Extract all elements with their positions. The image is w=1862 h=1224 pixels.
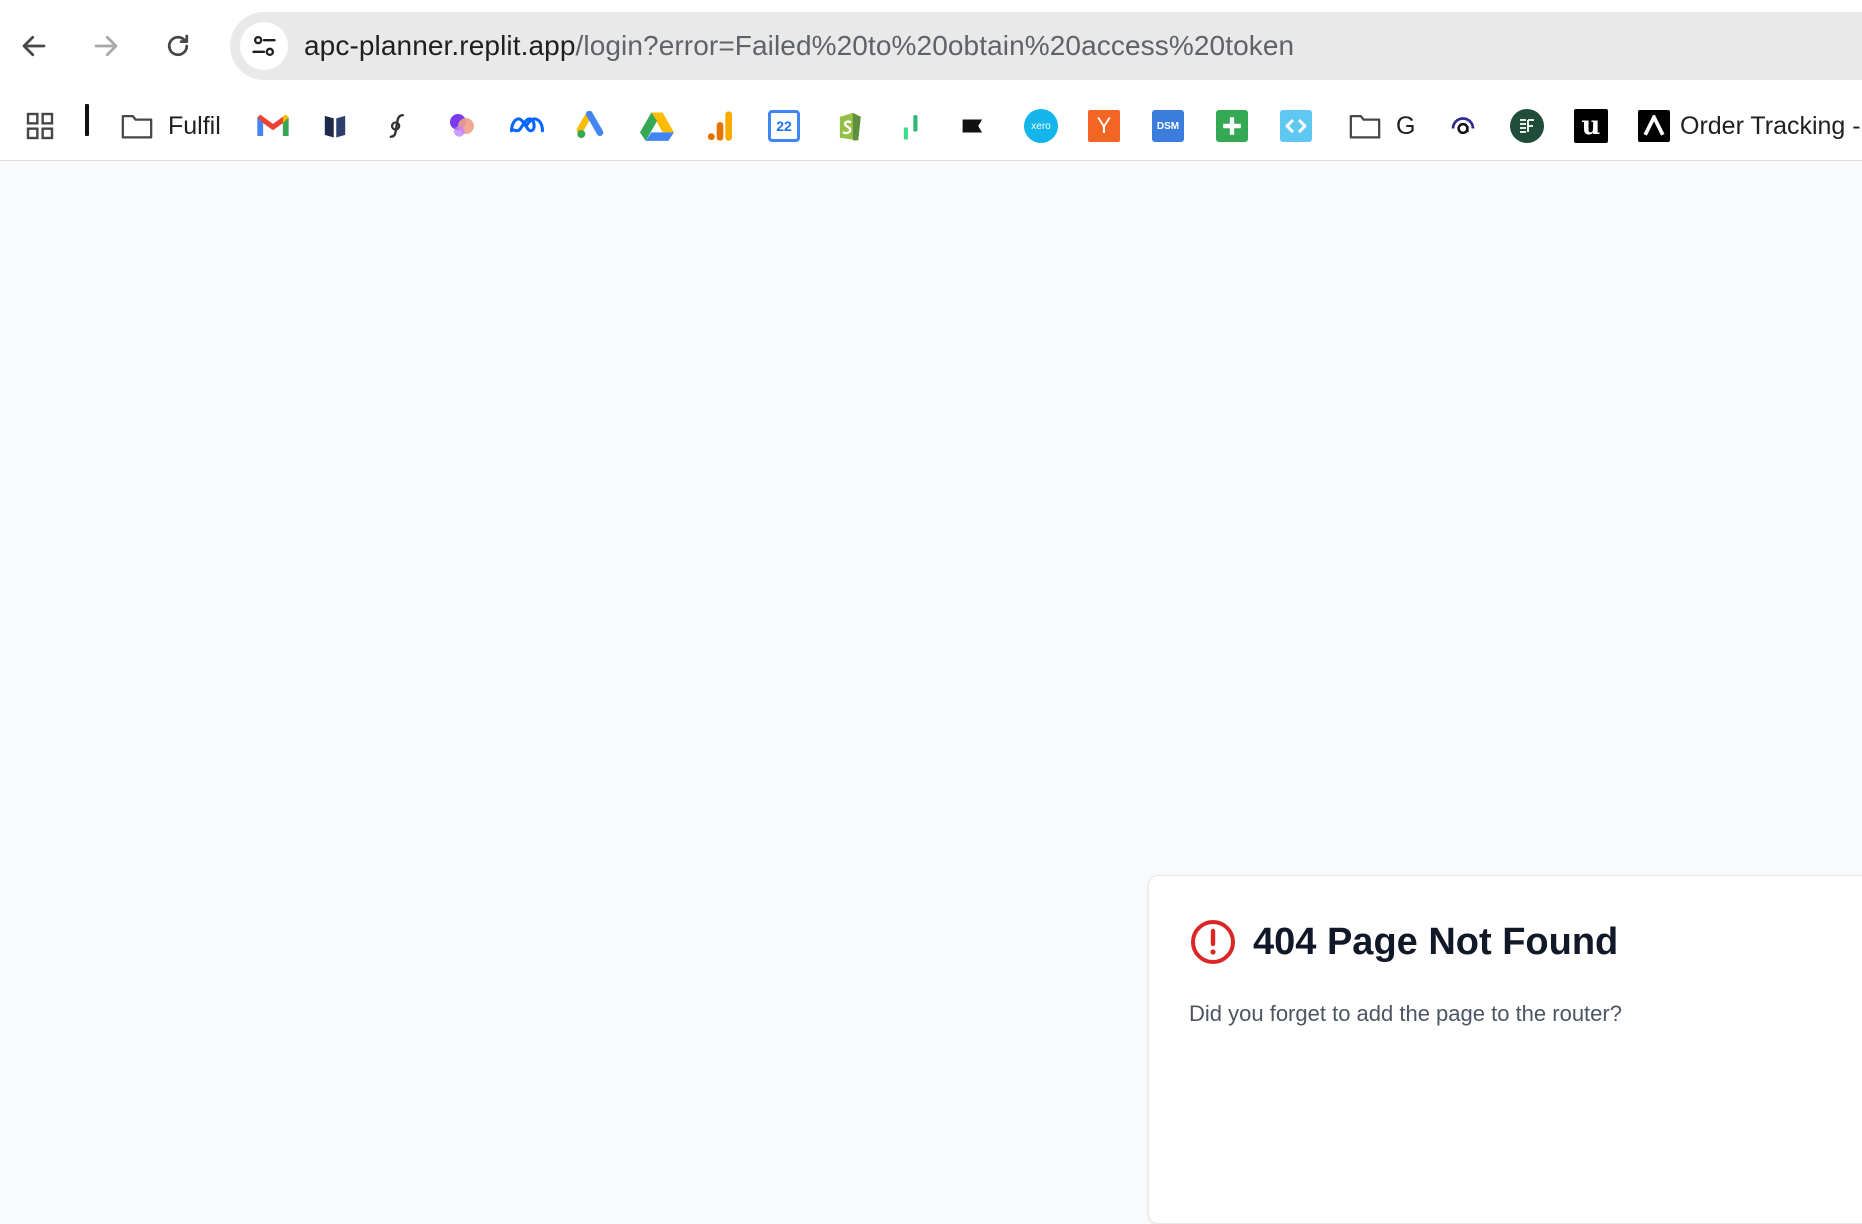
bookmark-dark-app[interactable] xyxy=(322,106,348,146)
bookmark-google-calendar[interactable]: 22 xyxy=(768,106,800,146)
gmail-icon xyxy=(257,114,289,136)
bookmark-function[interactable] xyxy=(386,106,410,146)
dsm-icon: DSM xyxy=(1152,110,1184,142)
site-info-button[interactable] xyxy=(240,22,288,70)
url-host: apc-planner.replit.app xyxy=(304,30,576,61)
bookmark-purple-app[interactable] xyxy=(446,106,478,146)
arrow-left-icon xyxy=(22,35,46,57)
y-combinator-icon: Y xyxy=(1088,110,1120,142)
bf-glyph xyxy=(1520,119,1534,133)
flag-icon xyxy=(962,119,983,133)
bookmark-order-tracking[interactable]: Order Tracking - xyxy=(1638,106,1861,146)
bookmark-google-drive[interactable] xyxy=(640,106,674,146)
bookmark-label-g: G xyxy=(1396,111,1416,140)
bookmark-google-ads[interactable] xyxy=(576,106,608,146)
analytics-icon xyxy=(707,111,732,141)
bookmark-folder-g[interactable]: G xyxy=(1348,106,1415,146)
calendar-icon: 22 xyxy=(768,110,800,142)
error-message: Did you forget to add the page to the ro… xyxy=(1189,1001,1622,1026)
bookmark-gmail[interactable] xyxy=(256,106,290,146)
bookmark-green-bars[interactable] xyxy=(902,106,922,146)
code-arrows-icon xyxy=(1280,110,1312,142)
google-ads-icon xyxy=(576,111,604,138)
bookmark-dsm[interactable]: DSM xyxy=(1152,106,1184,146)
bookmark-shopify[interactable] xyxy=(834,106,864,146)
browser-toolbar: apc-planner.replit.app/login?error=Faile… xyxy=(0,0,1862,92)
folder-icon xyxy=(1349,114,1381,139)
bookmark-flag[interactable] xyxy=(960,106,986,146)
alert-circle-icon xyxy=(1189,918,1237,966)
y-icon-text: Y xyxy=(1096,113,1112,138)
u-icon: u xyxy=(1574,109,1608,143)
diamond-arrows-glyph xyxy=(1285,118,1307,134)
bookmark-meta[interactable] xyxy=(508,106,546,146)
url-text[interactable]: apc-planner.replit.app/login?error=Faile… xyxy=(304,30,1294,62)
xero-icon: xero xyxy=(1024,109,1058,143)
page-title: 404 Page Not Found xyxy=(1253,920,1619,963)
bookmark-code-arrows[interactable] xyxy=(1280,106,1312,146)
green-circle-icon xyxy=(1510,109,1544,143)
tune-icon xyxy=(252,35,276,57)
back-button[interactable] xyxy=(10,22,58,70)
not-found-header: 404 Page Not Found xyxy=(1189,918,1618,966)
meta-icon xyxy=(510,117,544,133)
bookmarks-items: Fulfil 22 xero Y DSM G u Order Tracking … xyxy=(0,92,1862,160)
forward-button[interactable] xyxy=(82,22,130,70)
bookmark-xero[interactable]: xero xyxy=(1024,106,1058,146)
book-icon xyxy=(324,115,346,138)
a-mark-glyph xyxy=(1643,115,1665,136)
plus-icon xyxy=(1216,110,1248,142)
u-icon-text: u xyxy=(1581,111,1601,141)
plus-glyph xyxy=(1223,117,1241,135)
bookmark-u[interactable]: u xyxy=(1574,106,1608,146)
bookmark-analytics[interactable] xyxy=(706,106,734,146)
bookmark-label-fulfil: Fulfil xyxy=(168,111,221,140)
at-circle-icon xyxy=(1451,117,1475,135)
bookmark-green-circle[interactable] xyxy=(1510,106,1544,146)
arrow-right-icon xyxy=(94,35,118,57)
reload-icon xyxy=(167,34,189,57)
calendar-day-number: 22 xyxy=(776,118,792,134)
blob-icon xyxy=(450,114,474,137)
page-content: 404 Page Not Found Did you forget to add… xyxy=(0,161,1862,1224)
not-found-card: 404 Page Not Found Did you forget to add… xyxy=(1148,875,1862,1224)
bookmark-at-app[interactable] xyxy=(1448,106,1478,146)
function-icon xyxy=(389,113,404,138)
folder-icon xyxy=(121,114,153,139)
bars-icon xyxy=(903,115,918,140)
bookmark-green-plus[interactable] xyxy=(1216,106,1248,146)
xero-icon-text: xero xyxy=(1031,120,1051,132)
bookmark-y-combinator[interactable]: Y xyxy=(1088,106,1120,146)
bookmark-folder-fulfil[interactable]: Fulfil xyxy=(120,106,221,146)
reload-button[interactable] xyxy=(154,22,202,70)
shopify-icon xyxy=(839,112,861,141)
url-path: /login?error=Failed%20to%20obtain%20acce… xyxy=(575,30,1295,61)
google-drive-icon xyxy=(640,112,674,141)
dsm-icon-text: DSM xyxy=(1156,120,1180,132)
order-tracking-icon xyxy=(1638,110,1670,142)
bookmark-label-order-tracking: Order Tracking - xyxy=(1680,111,1861,140)
browser-chrome: apc-planner.replit.app/login?error=Faile… xyxy=(0,0,1862,161)
address-bar[interactable]: apc-planner.replit.app/login?error=Faile… xyxy=(230,12,1862,80)
